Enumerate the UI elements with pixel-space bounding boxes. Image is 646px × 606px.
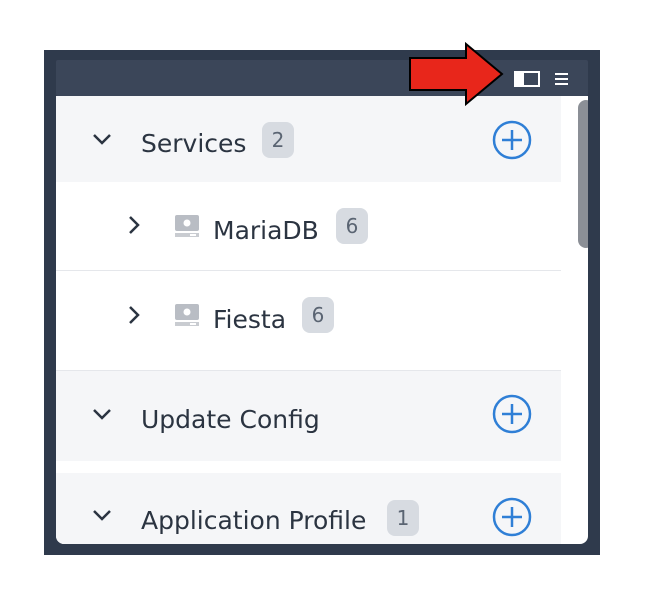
annotation-arrow-icon bbox=[408, 41, 504, 110]
service-name: Fiesta bbox=[213, 305, 287, 334]
divider bbox=[56, 461, 561, 473]
count-badge: 1 bbox=[387, 500, 419, 536]
service-icon bbox=[174, 303, 200, 327]
panel-toolbar bbox=[56, 60, 588, 96]
list-item-mariadb[interactable]: MariaDB 6 bbox=[56, 182, 561, 270]
count-badge: 6 bbox=[336, 208, 368, 244]
section-title: Update Config bbox=[141, 405, 320, 434]
chevron-down-icon[interactable] bbox=[90, 503, 114, 527]
count-badge: 6 bbox=[302, 297, 334, 333]
service-icon bbox=[174, 214, 200, 238]
app-window: Services 2 MariaDB 6 Fiesta 6 Update Con… bbox=[44, 50, 600, 555]
add-service-button[interactable] bbox=[492, 120, 532, 160]
chevron-right-icon[interactable] bbox=[122, 213, 146, 237]
chevron-right-icon[interactable] bbox=[122, 303, 146, 327]
chevron-down-icon[interactable] bbox=[90, 402, 114, 426]
list-item-fiesta[interactable]: Fiesta 6 bbox=[56, 271, 561, 370]
add-update-config-button[interactable] bbox=[492, 394, 532, 434]
section-title: Services bbox=[141, 129, 247, 158]
section-application-profile[interactable]: Application Profile 1 bbox=[56, 473, 561, 544]
chevron-down-icon[interactable] bbox=[90, 127, 114, 151]
blueprint-sidebar: Services 2 MariaDB 6 Fiesta 6 Update Con… bbox=[56, 96, 588, 544]
section-title: Application Profile bbox=[141, 506, 367, 535]
menu-icon[interactable] bbox=[554, 70, 570, 88]
section-update-config[interactable]: Update Config bbox=[56, 371, 561, 461]
add-application-profile-button[interactable] bbox=[492, 497, 532, 537]
service-name: MariaDB bbox=[213, 216, 319, 245]
count-badge: 2 bbox=[262, 122, 294, 158]
scrollbar[interactable] bbox=[578, 100, 588, 248]
sidebar-panel-icon[interactable] bbox=[514, 70, 542, 88]
